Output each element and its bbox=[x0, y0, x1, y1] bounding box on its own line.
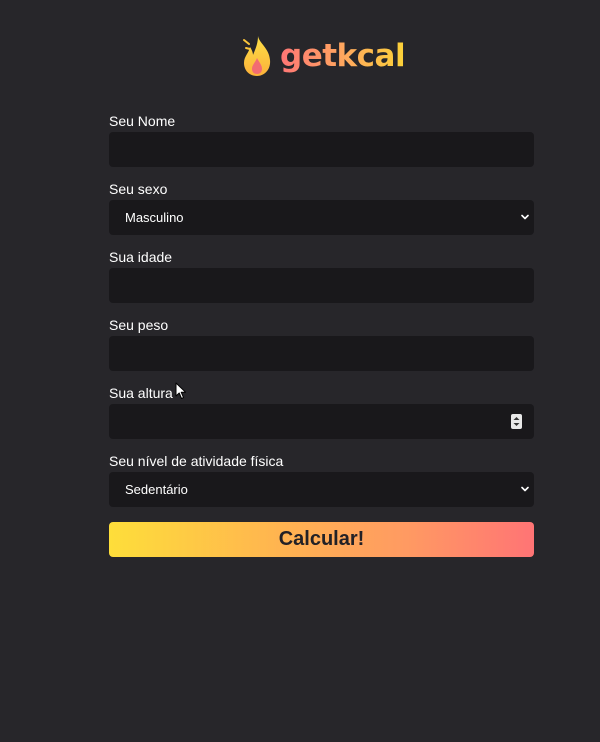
activity-selected-value: Sedentário bbox=[125, 482, 188, 497]
flame-icon bbox=[243, 36, 271, 76]
brand-logo: getkcal bbox=[240, 34, 406, 78]
activity-select[interactable]: Sedentário bbox=[109, 472, 534, 507]
name-field-group: Seu Nome bbox=[109, 112, 534, 180]
sex-label: Seu sexo bbox=[109, 181, 168, 197]
height-input[interactable] bbox=[109, 404, 534, 439]
chevron-down-icon bbox=[521, 214, 529, 220]
chevron-down-icon bbox=[521, 486, 529, 492]
number-spinner[interactable] bbox=[511, 414, 522, 429]
weight-field-group: Seu peso bbox=[109, 316, 534, 384]
activity-field-group: Seu nível de atividade física Sedentário bbox=[109, 452, 534, 520]
sex-selected-value: Masculino bbox=[125, 210, 184, 225]
age-input[interactable] bbox=[109, 268, 534, 303]
weight-label: Seu peso bbox=[109, 317, 169, 333]
name-label: Seu Nome bbox=[109, 113, 176, 129]
age-field-group: Sua idade bbox=[109, 248, 534, 316]
sex-select[interactable]: Masculino bbox=[109, 200, 534, 235]
activity-label: Seu nível de atividade física bbox=[109, 453, 284, 469]
spinner-arrows-icon bbox=[513, 417, 520, 426]
weight-input[interactable] bbox=[109, 336, 534, 371]
sex-field-group: Seu sexo Masculino bbox=[109, 180, 534, 248]
age-label: Sua idade bbox=[109, 249, 173, 265]
height-label: Sua altura bbox=[109, 385, 173, 401]
height-field-group: Sua altura bbox=[109, 384, 534, 452]
calculate-button[interactable]: Calcular! bbox=[109, 522, 534, 557]
brand-name: getkcal bbox=[280, 34, 406, 78]
calorie-form: Seu Nome Seu sexo Masculino Sua idade Se… bbox=[109, 112, 534, 520]
mouse-cursor-icon bbox=[175, 382, 186, 399]
name-input[interactable] bbox=[109, 132, 534, 167]
